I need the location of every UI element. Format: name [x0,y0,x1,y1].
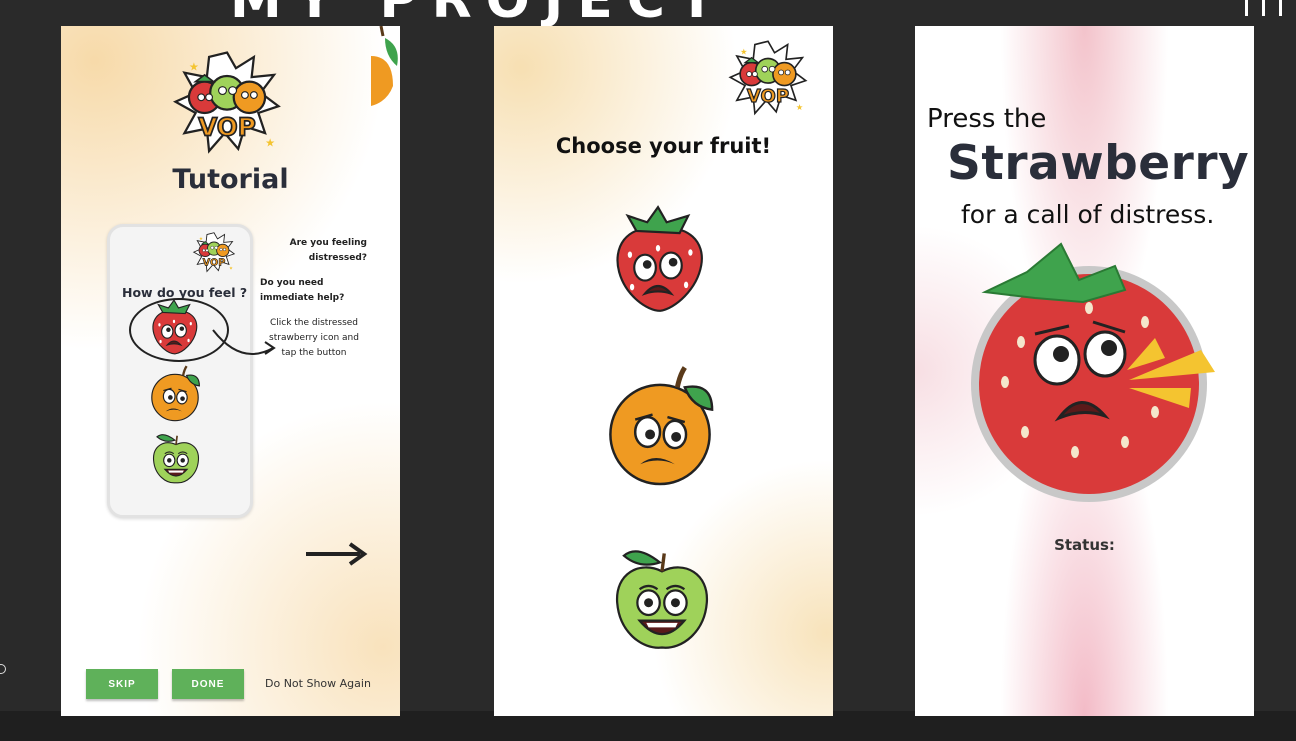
edge-marker [0,664,6,674]
side-question-distressed: Are you feeling distressed? [289,238,367,263]
status-label: Status: [1054,536,1115,554]
press-the-text: Press the [927,104,1047,134]
side-instruction: Click the distressed strawberry icon and… [269,318,359,358]
phone-mockup: How do you feel ? [107,224,253,518]
strawberry-icon[interactable] [604,202,712,316]
do-not-show-again-link[interactable]: Do Not Show Again [265,677,371,690]
choose-fruit-title: Choose your fruit! [555,134,772,158]
vop-logo [174,51,280,153]
choose-fruit-screen: Choose your fruit! [494,26,833,716]
apple-icon[interactable] [606,534,718,658]
phone-logo [193,232,235,273]
next-arrow-icon[interactable] [306,542,368,566]
phone-apple-icon [152,433,200,484]
tutorial-title: Tutorial [172,164,289,195]
corner-orange-icon [371,26,398,106]
distress-strawberry-button[interactable] [965,242,1225,508]
distress-call-text: for a call of distress. [961,200,1215,229]
orange-icon[interactable] [598,360,722,494]
vop-logo [729,40,807,115]
skip-button[interactable]: SKIP [86,669,158,699]
presentation-deco-bars [1245,0,1282,16]
distress-screen: Press the Strawberry for a call of distr… [915,26,1254,716]
done-button[interactable]: DONE [172,669,244,699]
side-question-help: Do you need immediate help? [260,278,345,303]
strawberry-heading: Strawberry [947,136,1250,191]
tutorial-screen: Tutorial How do you feel ? Are you feeli… [61,26,400,716]
phone-orange-icon [150,365,201,422]
